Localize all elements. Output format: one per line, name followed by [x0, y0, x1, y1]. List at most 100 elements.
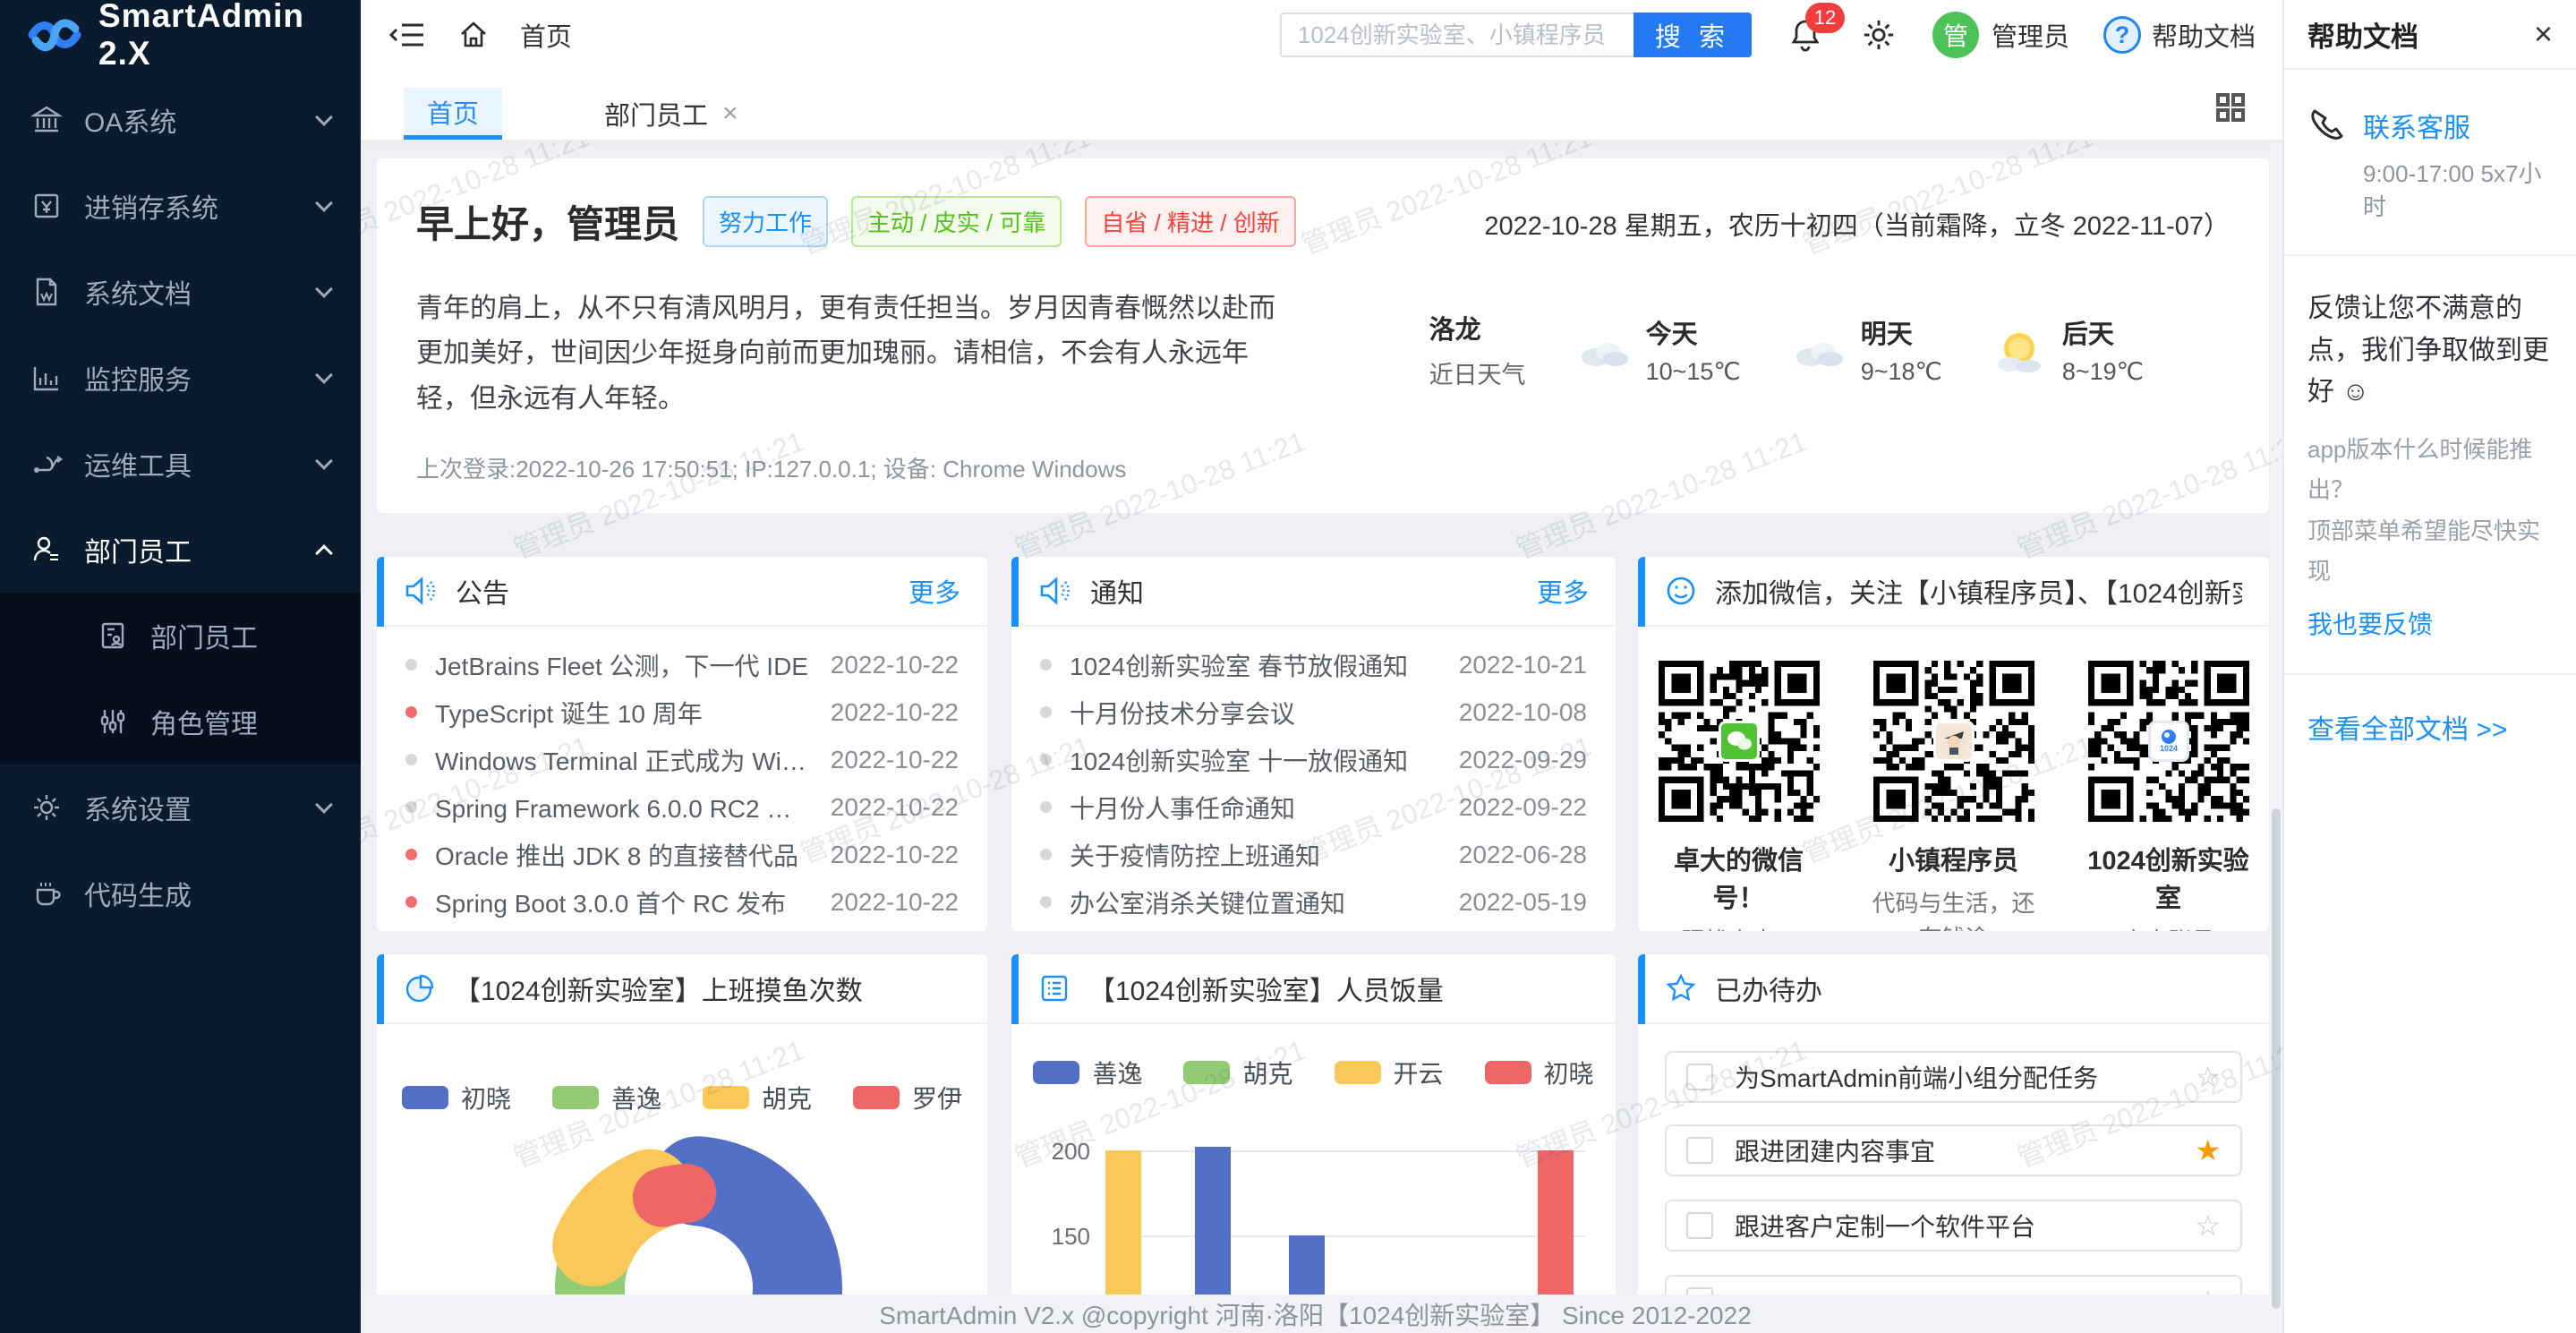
- feedback-link[interactable]: 我也要反馈: [2307, 605, 2433, 641]
- sidebar-item-docs[interactable]: 系统文档: [0, 249, 361, 335]
- collapse-sidebar-icon[interactable]: [388, 15, 427, 55]
- legend-item[interactable]: 初晓: [402, 1080, 511, 1115]
- help-docs-button[interactable]: ? 帮助文档: [2103, 16, 2256, 54]
- settings-gear-icon[interactable]: [1859, 15, 1898, 55]
- legend-item[interactable]: 罗伊: [853, 1080, 962, 1115]
- notify-item[interactable]: 关于疫情防控上班通知2022-06-28: [1011, 831, 1616, 878]
- notice-item[interactable]: Oracle 推出 JDK 8 的直接替代品2022-10-22: [377, 831, 987, 878]
- sidebar-subitem-role-management[interactable]: 角色管理: [0, 679, 361, 765]
- welcome-card: 早上好，管理员 努力工作 主动 / 皮实 / 可靠 自省 / 精进 / 创新 2…: [377, 158, 2269, 513]
- notification-card: 通知 更多 1024创新实验室 春节放假通知2022-10-21 十月份技术分享…: [1011, 557, 1616, 931]
- todo-checkbox[interactable]: [1686, 1212, 1713, 1239]
- star-toggle-icon[interactable]: ★: [2195, 1136, 2221, 1165]
- legend-item[interactable]: 开云: [1335, 1055, 1444, 1090]
- card-title: 【1024创新实验室】上班摸鱼次数: [454, 969, 960, 1008]
- notify-item[interactable]: 十月份人事任命通知2022-09-22: [1011, 783, 1616, 831]
- document-icon: [30, 276, 63, 308]
- search-button[interactable]: 搜 索: [1633, 13, 1752, 57]
- sidebar-item-ops[interactable]: 运维工具: [0, 421, 361, 507]
- bullet-dot: [1040, 706, 1052, 718]
- sidebar-item-monitor[interactable]: 监控服务: [0, 335, 361, 421]
- notice-card: 公告 更多 JetBrains Fleet 公测，下一代 IDE2022-10-…: [377, 557, 987, 931]
- topbar: 首页 搜 索 12 管 管理员 ? 帮助文档: [361, 0, 2282, 70]
- sidebar-item-oa[interactable]: OA系统: [0, 77, 361, 163]
- sidebar-subitem-department-employee[interactable]: 部门员工: [0, 593, 361, 679]
- notice-item[interactable]: Windows Terminal 正式成为 Win...2022-10-22: [377, 736, 987, 783]
- notice-item[interactable]: TypeScript 诞生 10 周年2022-10-22: [377, 688, 987, 736]
- sunny-icon: [1991, 327, 2048, 373]
- card-title: 已办待办: [1715, 969, 2242, 1008]
- meal-chart-card: 【1024创新实验室】人员饭量 善逸 胡克 开云 初晓 200 150: [1011, 954, 1616, 1333]
- gear-icon: [30, 791, 63, 824]
- close-icon[interactable]: ×: [2534, 15, 2553, 53]
- star-toggle-icon[interactable]: ☆: [2195, 1211, 2221, 1240]
- question-icon: ?: [2103, 16, 2141, 54]
- last-login: 上次登录:2022-10-26 17:50:51; IP:127.0.0.1; …: [416, 451, 1126, 484]
- star-toggle-icon[interactable]: ☆: [2195, 1063, 2221, 1091]
- sidebar-item-codegen[interactable]: 代码生成: [0, 850, 361, 936]
- help-panel: 帮助文档 × 联系客服 9:00-17:00 5x7小时 反馈让您不满意的点，我…: [2282, 0, 2576, 1333]
- search-input[interactable]: [1280, 13, 1633, 57]
- bullet-dot: [405, 659, 417, 671]
- bullet-dot: [1040, 849, 1052, 860]
- legend-item[interactable]: 胡克: [1183, 1055, 1292, 1090]
- home-icon[interactable]: [454, 15, 493, 55]
- page-footer: SmartAdmin V2.x @copyright 河南·洛阳【1024创新实…: [361, 1295, 2270, 1333]
- feedback-item: app版本什么时候能推出？: [2307, 430, 2553, 511]
- bullet-dot: [1040, 659, 1052, 671]
- todo-item[interactable]: 为SmartAdmin前端小组分配任务 ☆: [1665, 1051, 2242, 1103]
- monitor-icon: [30, 362, 63, 394]
- bullet-dot: [405, 801, 417, 813]
- todo-item[interactable]: 跟进团建内容事宜 ★: [1665, 1124, 2242, 1176]
- breadcrumb[interactable]: 首页: [520, 16, 572, 54]
- bullet-dot: [1040, 896, 1052, 908]
- todo-checkbox[interactable]: [1686, 1137, 1713, 1164]
- legend-item[interactable]: 初晓: [1485, 1055, 1594, 1090]
- tab-home[interactable]: 首页: [404, 88, 502, 140]
- y-axis-tick: 150: [1028, 1223, 1090, 1251]
- fish-chart-card: 【1024创新实验室】上班摸鱼次数 初晓 善逸 胡克 罗伊: [377, 954, 987, 1333]
- y-axis-tick: 200: [1028, 1138, 1090, 1166]
- todo-item[interactable]: 跟进客户定制一个软件平台 ☆: [1665, 1200, 2242, 1252]
- tag-introspect: 自省 / 精进 / 创新: [1085, 196, 1295, 247]
- app-logo[interactable]: SmartAdmin 2.X: [0, 0, 361, 70]
- contact-support-link[interactable]: 联系客服: [2363, 106, 2553, 145]
- card-title: 通知: [1090, 571, 1519, 611]
- notice-item[interactable]: Spring Boot 3.0.0 首个 RC 发布2022-10-22: [377, 878, 987, 926]
- sidebar-item-settings[interactable]: 系统设置: [0, 765, 361, 850]
- close-tab-icon[interactable]: ×: [722, 98, 738, 129]
- global-search: 搜 索: [1280, 13, 1752, 57]
- feedback-title: 反馈让您不满意的点，我们争取做到更好 ☺: [2307, 288, 2553, 414]
- legend-item[interactable]: 善逸: [552, 1080, 661, 1115]
- legend-item[interactable]: 善逸: [1033, 1055, 1142, 1090]
- notify-item[interactable]: 办公室消杀关键位置通知2022-05-19: [1011, 878, 1616, 926]
- sidebar-item-department[interactable]: 部门员工: [0, 507, 361, 593]
- speaker-icon: [1038, 576, 1072, 606]
- sidebar-item-erp[interactable]: 进销存系统: [0, 163, 361, 249]
- notice-item[interactable]: JetBrains Fleet 公测，下一代 IDE2022-10-22: [377, 641, 987, 688]
- bullet-dot: [405, 706, 417, 718]
- notice-more-link[interactable]: 更多: [908, 572, 960, 610]
- bullet-dot: [1040, 754, 1052, 765]
- all-docs-link[interactable]: 查看全部文档 >>: [2307, 707, 2553, 747]
- user-menu[interactable]: 管 管理员: [1932, 12, 2069, 58]
- weather-city-sub: 近日天气: [1429, 355, 1526, 390]
- scrollbar-thumb[interactable]: [2272, 808, 2281, 1309]
- tab-options-grid-icon[interactable]: [2214, 91, 2247, 124]
- bullet-dot: [1040, 801, 1052, 813]
- notify-more-link[interactable]: 更多: [1537, 572, 1589, 610]
- notice-item[interactable]: Spring Framework 6.0.0 RC2 发布2022-10-22: [377, 783, 987, 831]
- notify-item[interactable]: 十月份技术分享会议2022-10-08: [1011, 688, 1616, 736]
- tab-department[interactable]: 部门员工 ×: [581, 88, 762, 140]
- todo-checkbox[interactable]: [1686, 1064, 1713, 1090]
- username: 管理员: [1992, 16, 2069, 54]
- cloudy-icon: [1789, 330, 1847, 370]
- qr-zhuoda: 卓大的微信号！ 骚扰卓大 :): [1651, 661, 1827, 931]
- sliders-icon: [97, 705, 129, 738]
- sidebar-submenu: 部门员工 角色管理: [0, 593, 361, 765]
- legend-item[interactable]: 胡克: [703, 1080, 812, 1115]
- weather-city: 洛龙: [1429, 309, 1526, 346]
- notifications-bell-icon[interactable]: 12: [1786, 15, 1825, 55]
- notify-item[interactable]: 1024创新实验室 春节放假通知2022-10-21: [1011, 641, 1616, 688]
- notify-item[interactable]: 1024创新实验室 十一放假通知2022-09-29: [1011, 736, 1616, 783]
